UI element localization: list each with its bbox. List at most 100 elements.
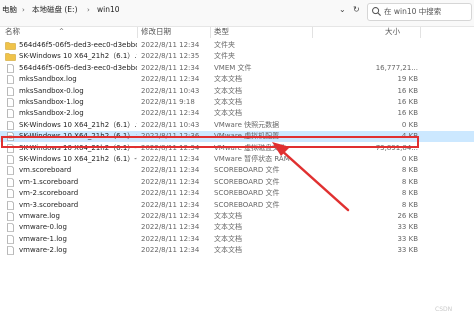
file-date: 2022/8/11 12:34 — [141, 234, 200, 243]
column-divider[interactable] — [137, 27, 138, 38]
file-size: 8 KB — [401, 200, 418, 209]
file-icon — [7, 200, 14, 210]
file-type: SCOREBOARD 文件 — [214, 189, 280, 198]
search-placeholder: 在 win10 中搜索 — [384, 7, 442, 16]
file-row[interactable]: vmware.log 2022/8/11 12:34 文本文档 26 KB — [0, 211, 474, 222]
file-name: SK-Windows 10 X64_21h2（6.1）-file... — [19, 155, 137, 163]
file-icon — [7, 155, 14, 164]
file-row[interactable]: SK-Windows 10 X64_21h2（6.1）-file... 2022/… — [0, 154, 474, 165]
file-name: mksSandbox.log — [19, 75, 77, 84]
file-row[interactable]: vmware-2.log 2022/8/11 12:34 文本文档 33 KB — [0, 245, 474, 256]
column-type[interactable]: 类型 — [214, 26, 229, 38]
column-date[interactable]: 修改日期 — [141, 26, 171, 38]
breadcrumb-folder[interactable]: win10 — [97, 4, 120, 16]
file-date: 2022/8/11 12:34 — [141, 223, 200, 232]
breadcrumb-separator-icon: › — [22, 6, 25, 14]
file-icon — [7, 234, 14, 244]
search-box[interactable]: 在 win10 中搜索 — [367, 3, 472, 21]
file-size: 0 KB — [401, 155, 418, 163]
file-date: 2022/8/11 10:43 — [141, 120, 200, 129]
file-type: SCOREBOARD 文件 — [214, 200, 280, 209]
file-type: 文件夹 — [214, 52, 235, 61]
highlight-box — [1, 136, 419, 148]
file-row[interactable]: mksSandbox.log 2022/8/11 12:34 文本文档 19 KB — [0, 74, 474, 85]
column-divider[interactable] — [420, 27, 421, 38]
file-size: 33 KB — [397, 246, 418, 255]
file-row[interactable]: vmware-1.log 2022/8/11 12:34 文本文档 33 KB — [0, 234, 474, 245]
file-row[interactable]: vmware-0.log 2022/8/11 12:34 文本文档 33 KB — [0, 222, 474, 233]
file-type: SCOREBOARD 文件 — [214, 177, 280, 186]
file-type: 文本文档 — [214, 212, 242, 220]
file-name: vm-3.scoreboard — [19, 200, 79, 209]
breadcrumb-pc[interactable]: 电脑 — [2, 4, 17, 16]
file-icon — [7, 223, 14, 233]
file-type: 文本文档 — [214, 246, 242, 255]
file-date: 2022/8/11 12:34 — [141, 75, 200, 84]
file-size: 26 KB — [397, 212, 418, 220]
watermark-text: CSDN — [435, 306, 453, 313]
file-date: 2022/8/11 12:34 — [141, 200, 200, 209]
file-name: vm-1.scoreboard — [19, 177, 79, 186]
file-icon — [7, 166, 14, 176]
file-row[interactable]: vm.scoreboard 2022/8/11 12:34 SCOREBOARD 文… — [0, 165, 474, 176]
address-bar: 电脑 › 本地磁盘 (E:) › win10 ⌄ ↻ 在 win10 中搜索 — [0, 0, 474, 27]
sort-ascending-icon: ^ — [59, 28, 65, 35]
column-divider[interactable] — [210, 27, 211, 38]
file-icon — [7, 98, 14, 107]
file-type: 文件夹 — [214, 41, 235, 49]
file-row[interactable]: vm-3.scoreboard 2022/8/11 12:34 SCOREBOARD… — [0, 200, 474, 211]
file-name: SK-Windows 10 X64_21h2（6.1）.vmx... — [19, 52, 137, 61]
file-date: 2022/8/11 12:34 — [141, 177, 200, 186]
file-icon — [7, 86, 14, 96]
file-name: vmware-0.log — [19, 223, 67, 232]
file-row[interactable]: SK-Windows 10 X64_21h2（6.1）.vmsd 2022/8/1… — [0, 120, 474, 131]
file-icon — [7, 109, 14, 119]
file-type: SCOREBOARD 文件 — [214, 166, 280, 175]
column-name[interactable]: 名称 — [5, 26, 20, 38]
file-date: 2022/8/11 12:34 — [141, 212, 200, 220]
file-name: vmware.log — [19, 212, 60, 220]
file-size: 0 KB — [401, 120, 418, 129]
file-size: 8 KB — [401, 189, 418, 198]
refresh-icon[interactable]: ↻ — [353, 4, 360, 16]
file-date: 2022/8/11 12:34 — [141, 63, 200, 72]
file-icon — [7, 246, 14, 255]
file-row[interactable]: vm-1.scoreboard 2022/8/11 12:34 SCOREBOARD… — [0, 177, 474, 188]
file-date: 2022/8/11 10:43 — [141, 86, 200, 95]
file-size: 16 KB — [397, 98, 418, 106]
file-date: 2022/8/11 12:34 — [141, 41, 200, 49]
file-type: 文本文档 — [214, 86, 242, 95]
file-row[interactable]: 564d46f5-06f5-ded3-eec0-d3ebbdce... 2022/… — [0, 40, 474, 51]
file-type: 文本文档 — [214, 223, 242, 232]
file-icon — [7, 63, 14, 73]
file-size: 33 KB — [397, 223, 418, 232]
file-row[interactable]: vm-2.scoreboard 2022/8/11 12:34 SCOREBOARD… — [0, 188, 474, 199]
file-row[interactable]: mksSandbox-1.log 2022/8/11 9:18 文本文档 16 KB — [0, 97, 474, 108]
file-type: VMware 快照元数据 — [214, 120, 280, 129]
file-row[interactable]: mksSandbox-0.log 2022/8/11 10:43 文本文档 16 KB — [0, 86, 474, 97]
file-row[interactable]: mksSandbox-2.log 2022/8/11 12:34 文本文档 16 KB — [0, 108, 474, 119]
column-divider[interactable] — [312, 27, 313, 38]
file-size: 16 KB — [397, 109, 418, 118]
file-name: mksSandbox-2.log — [19, 109, 84, 118]
history-dropdown-icon[interactable]: ⌄ — [339, 4, 346, 16]
file-date: 2022/8/11 12:34 — [141, 155, 200, 163]
file-name: vmware-2.log — [19, 246, 67, 255]
file-icon — [7, 212, 14, 221]
file-icon — [7, 120, 14, 130]
folder-icon — [5, 53, 16, 62]
file-date: 2022/8/11 12:34 — [141, 109, 200, 118]
file-size: 16 KB — [397, 86, 418, 95]
file-row[interactable]: SK-Windows 10 X64_21h2（6.1）.vmx... 2022/8… — [0, 51, 474, 62]
breadcrumb-disk[interactable]: 本地磁盘 (E:) — [32, 4, 78, 16]
file-icon — [7, 189, 14, 198]
file-date: 2022/8/11 9:18 — [141, 98, 195, 106]
file-name: mksSandbox-0.log — [19, 86, 84, 95]
column-size[interactable]: 大小 — [385, 26, 400, 38]
file-type: 文本文档 — [214, 109, 242, 118]
file-name: vmware-1.log — [19, 234, 67, 243]
file-row[interactable]: 564d46f5-06f5-ded3-eec0-d3ebbdce... 2022/… — [0, 63, 474, 74]
file-icon — [7, 177, 14, 187]
column-header-row: 名称 ^ 修改日期 类型 大小 — [0, 26, 474, 38]
file-name: 564d46f5-06f5-ded3-eec0-d3ebbdce... — [19, 63, 137, 72]
